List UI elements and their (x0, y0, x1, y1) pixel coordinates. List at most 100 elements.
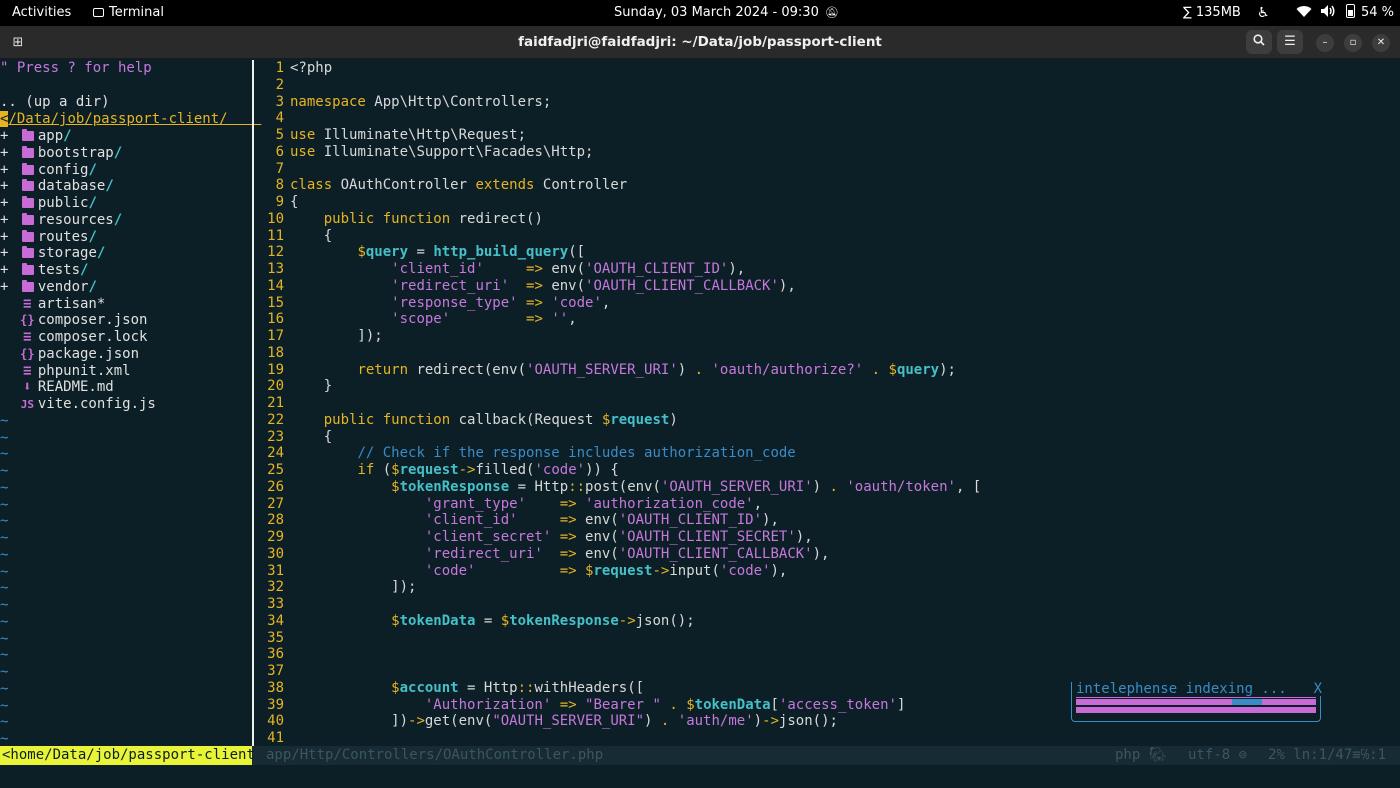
code-line[interactable]: 25 if ($request->filled('code')) { (254, 462, 619, 479)
line-number: 37 (267, 663, 284, 679)
tree-dir-public[interactable]: + public/ (0, 195, 97, 212)
tree-file[interactable]: ≡ phpunit.xml (0, 362, 130, 380)
minimize-icon[interactable]: – (1316, 34, 1334, 52)
code-line[interactable]: 31 'code' => $request->input('code'), (254, 563, 787, 580)
line-number: 21 (267, 395, 284, 411)
code-line[interactable]: 38 $account = Http::withHeaders([ (254, 680, 644, 697)
code-line[interactable]: 22 public function callback(Request $req… (254, 412, 678, 429)
maximize-icon[interactable]: ▫ (1344, 34, 1362, 52)
tree-file[interactable]: ≡ artisan* (0, 296, 105, 313)
wifi-icon[interactable] (1296, 0, 1312, 26)
line-number: 1 (275, 60, 284, 76)
code-line[interactable]: 2 (254, 77, 290, 94)
tree-dir-database[interactable]: + database/ (0, 178, 114, 195)
code-line[interactable]: 32 ]); (254, 579, 416, 596)
accessibility-icon[interactable]: ♿︎ (1257, 0, 1270, 26)
notifications-off-icon: 🔕︎ (824, 6, 839, 19)
activities-button[interactable]: Activities (12, 0, 71, 26)
hamburger-menu-icon[interactable]: ☰ (1277, 30, 1303, 54)
tree-dir-storage[interactable]: + storage/ (0, 245, 105, 262)
search-icon[interactable] (1246, 30, 1272, 54)
line-number: 26 (267, 478, 284, 495)
code-line[interactable]: 19 return redirect(env('OAUTH_SERVER_URI… (254, 362, 956, 379)
code-line[interactable]: 11 { (254, 228, 332, 245)
code-line[interactable]: 12 $query = http_build_query([ (254, 244, 585, 261)
code-line[interactable]: 20 } (254, 378, 332, 395)
code-line[interactable]: 30 'redirect_uri' => env('OAUTH_CLIENT_C… (254, 546, 829, 563)
tree-file[interactable]: ≡ composer.lock (0, 329, 147, 346)
code-line[interactable]: 4 (254, 110, 290, 127)
code-line[interactable]: 24 // Check if the response includes aut… (254, 445, 796, 462)
statusline-filename: app/Http/Controllers/OAuthController.php (266, 747, 604, 763)
tree-dir-resources[interactable]: + resources/ (0, 212, 122, 229)
code-line[interactable]: 35 (254, 630, 290, 647)
line-number: 18 (267, 344, 284, 361)
expand-marker: + (0, 144, 9, 161)
code-line[interactable]: 37 (254, 663, 290, 680)
tree-up-dir[interactable]: .. (up a dir) (0, 94, 110, 111)
code-line[interactable]: 28 'client_id' => env('OAUTH_CLIENT_ID')… (254, 512, 779, 529)
code-line[interactable]: 26 $tokenResponse = Http::post(env('OAUT… (254, 479, 981, 496)
tree-file[interactable]: {} composer.json (0, 312, 147, 329)
tree-dir-config[interactable]: + config/ (0, 162, 97, 179)
code-line[interactable]: 3 namespace App\Http\Controllers; (254, 94, 552, 111)
volume-icon[interactable] (1320, 0, 1336, 26)
indexing-progress-bar (1076, 697, 1316, 713)
tree-current-dir[interactable]: </Data/job/passport-client/ (0, 111, 261, 128)
close-icon[interactable]: ✕ (1372, 34, 1390, 52)
code-line[interactable]: 10 public function redirect() (254, 211, 543, 228)
tree-dir-app[interactable]: + app/ (0, 128, 72, 145)
code-text: use Illuminate\Http\Request; (290, 127, 527, 143)
clock[interactable]: Sunday, 03 March 2024 - 09:30 🔕︎ (614, 0, 839, 26)
code-editor[interactable]: 1 <?php 2 3 namespace App\Http\Controllers; 4… (254, 60, 1400, 746)
code-line[interactable]: 41 (254, 730, 290, 747)
line-number: 10 (267, 210, 284, 227)
empty-line-tilde: ~ (0, 463, 9, 479)
tree-dir-tests[interactable]: + tests/ (0, 262, 88, 279)
dir-label: resources (37, 211, 114, 228)
code-text: public function callback(Request $reques… (323, 411, 678, 428)
code-line[interactable]: 34 $tokenData = $tokenResponse->json(); (254, 613, 695, 630)
code-line[interactable]: 9{ (254, 194, 299, 211)
tree-dir-bootstrap[interactable]: + bootstrap/ (0, 145, 122, 162)
statusline-position: 2% ln:1/47≡℅:1 (1268, 747, 1387, 763)
code-line[interactable]: 33 (254, 596, 290, 613)
battery-indicator[interactable]: 54 % (1346, 0, 1394, 26)
code-line[interactable]: 13 'client_id' => env('OAUTH_CLIENT_ID')… (254, 261, 745, 278)
code-line[interactable]: 6 use Illuminate\Support\Facades\Http; (254, 144, 594, 161)
code-text: $query = http_build_query([ (357, 244, 586, 261)
tree-file[interactable]: {} package.json (0, 346, 139, 363)
tree-dir-routes[interactable]: + routes/ (0, 229, 97, 246)
code-line[interactable]: 15 'response_type' => 'code', (254, 295, 610, 312)
code-line[interactable]: 29 'client_secret' => env('OAUTH_CLIENT_… (254, 529, 812, 546)
app-menu[interactable]: Terminal (93, 0, 164, 26)
empty-line-tilde: ~ (0, 412, 9, 429)
file-label: artisan* (37, 295, 106, 312)
tree-dir-vendor[interactable]: + vendor/ (0, 279, 97, 296)
code-line[interactable]: 39 'Authorization' => "Bearer " . $token… (254, 697, 905, 714)
indexing-popup-title: intelephense indexing ... (1076, 682, 1291, 696)
tree-file[interactable]: ⬇ README.md (0, 379, 114, 396)
tree-file[interactable]: JS vite.config.js (0, 396, 156, 413)
memory-indicator[interactable]: ∑ 135MB (1183, 0, 1241, 26)
text-file-icon: ≡ (23, 362, 32, 379)
code-line[interactable]: 5 use Illuminate\Http\Request; (254, 127, 526, 144)
code-line[interactable]: 7 (254, 161, 290, 178)
file-tree: " Press ? for help .. (up a dir) </Data/… (0, 60, 252, 747)
code-line[interactable]: 18 (254, 345, 290, 362)
code-line[interactable]: 21 (254, 395, 290, 412)
code-line[interactable]: 8 class OAuthController extends Controlle… (254, 177, 628, 194)
code-text: 'redirect_uri' => env('OAUTH_CLIENT_CALL… (391, 277, 796, 294)
code-text: 'client_id' => env('OAUTH_CLIENT_ID'), (391, 261, 746, 277)
code-line[interactable]: 1 <?php (254, 60, 333, 77)
code-line[interactable]: 36 (254, 646, 290, 663)
dir-slash: / (113, 211, 123, 228)
code-line[interactable]: 27 'grant_type' => 'authorization_code', (254, 496, 762, 513)
popup-close-button[interactable]: X (1313, 682, 1322, 696)
code-line[interactable]: 40 ])->get(env("OAUTH_SERVER_URI") . 'au… (254, 713, 838, 730)
code-text: $tokenResponse = Http::post(env('OAUTH_S… (391, 478, 982, 495)
code-line[interactable]: 17 ]); (254, 328, 383, 345)
code-line[interactable]: 23 { (254, 429, 332, 446)
code-line[interactable]: 16 'scope' => '', (254, 311, 576, 328)
code-line[interactable]: 14 'redirect_uri' => env('OAUTH_CLIENT_C… (254, 278, 796, 295)
